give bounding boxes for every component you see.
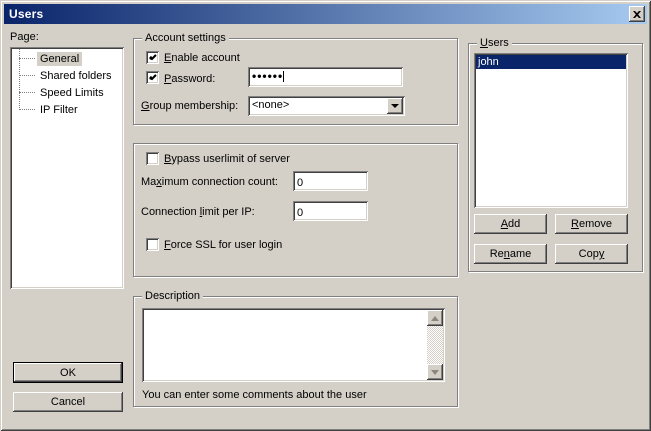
close-button[interactable] <box>629 6 645 22</box>
checkmark-icon <box>149 54 157 62</box>
tree-item-label[interactable]: General <box>37 52 82 66</box>
group-membership-label: Group membership: <box>141 100 238 112</box>
remove-user-button[interactable]: Remove <box>555 214 628 234</box>
rename-user-button[interactable]: Rename <box>474 244 547 264</box>
add-user-button[interactable]: Add <box>474 214 547 234</box>
arrow-down-icon <box>431 370 439 375</box>
checkmark-icon <box>149 74 157 82</box>
password-label[interactable]: Password: <box>164 73 215 85</box>
vertical-scrollbar[interactable] <box>427 310 443 380</box>
users-listbox[interactable]: john <box>474 53 628 208</box>
text-caret <box>283 71 284 82</box>
user-list-item[interactable]: john <box>476 55 626 69</box>
force-ssl-checkbox[interactable] <box>146 238 159 251</box>
tree-item-speed-limits[interactable]: Speed Limits <box>12 84 122 101</box>
page-tree: General Shared folders Speed Limits IP F… <box>10 47 124 289</box>
ip-limit-input[interactable] <box>293 201 368 221</box>
max-connection-label: Maximum connection count: <box>141 176 278 188</box>
password-checkbox[interactable] <box>146 71 159 84</box>
bypass-userlimit-label[interactable]: Bypass userlimit of server <box>164 153 290 165</box>
tree-item-general[interactable]: General <box>12 50 122 67</box>
chevron-down-icon <box>391 104 399 108</box>
tree-item-label[interactable]: Shared folders <box>37 69 115 83</box>
bypass-userlimit-checkbox[interactable] <box>146 152 159 165</box>
password-dots: •••••• <box>252 69 283 83</box>
enable-account-checkbox[interactable] <box>146 51 159 64</box>
description-group-title: Description <box>142 290 203 302</box>
account-settings-group-title: Account settings <box>142 32 229 44</box>
close-icon <box>633 11 641 18</box>
description-text[interactable] <box>144 310 427 380</box>
tree-connector <box>19 92 35 93</box>
users-group-title: Users <box>477 37 512 49</box>
group-membership-value: <none> <box>248 96 405 116</box>
max-connection-input[interactable] <box>293 171 368 191</box>
password-input[interactable]: •••••• <box>248 67 403 87</box>
tree-connector <box>19 58 35 59</box>
ok-button[interactable]: OK <box>13 362 123 383</box>
enable-account-label[interactable]: Enable account <box>164 52 240 64</box>
ip-limit-label: Connection limit per IP: <box>141 206 255 218</box>
copy-user-button[interactable]: Copy <box>555 244 628 264</box>
tree-item-label[interactable]: Speed Limits <box>37 86 107 100</box>
tree-item-ip-filter[interactable]: IP Filter <box>12 101 122 118</box>
users-dialog: Users Page: General Shared folders Speed… <box>0 0 651 431</box>
group-membership-select[interactable]: <none> <box>248 96 405 116</box>
force-ssl-label[interactable]: Force SSL for user login <box>164 239 282 251</box>
scroll-down-button[interactable] <box>427 364 443 380</box>
scroll-up-button[interactable] <box>427 310 443 326</box>
tree-connector <box>19 75 35 76</box>
window-title: Users <box>4 7 43 21</box>
tree-connector <box>19 109 35 110</box>
scrollbar-track[interactable] <box>427 326 443 364</box>
description-caption: You can enter some comments about the us… <box>142 389 367 401</box>
arrow-up-icon <box>431 316 439 321</box>
description-textarea[interactable] <box>142 308 445 382</box>
title-bar[interactable]: Users <box>4 4 647 24</box>
tree-item-label[interactable]: IP Filter <box>37 103 81 117</box>
tree-item-shared-folders[interactable]: Shared folders <box>12 67 122 84</box>
page-label: Page: <box>10 31 39 43</box>
cancel-button[interactable]: Cancel <box>13 392 123 412</box>
combo-dropdown-button[interactable] <box>387 98 403 114</box>
